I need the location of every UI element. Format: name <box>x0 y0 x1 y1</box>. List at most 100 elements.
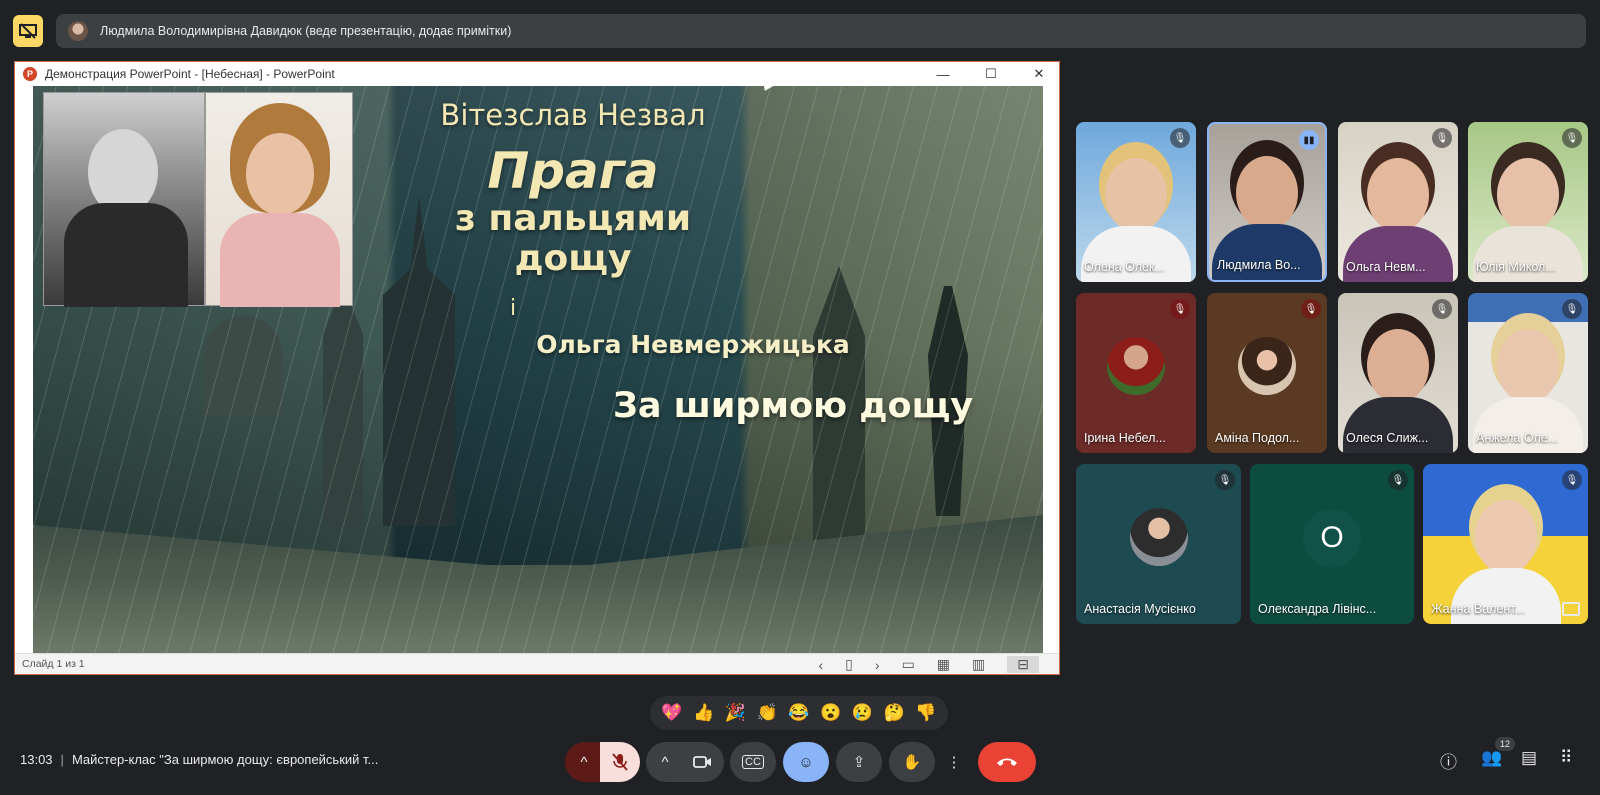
slide-canvas: Вітезслав Незвал Прага з пальцями дощу і… <box>33 86 1043 655</box>
slideshow-view-icon[interactable]: ⊟ <box>1007 656 1039 673</box>
powerpoint-statusbar: Слайд 1 из 1 ‹ ▯ › ▭ ▦ ▥ ⊟ <box>15 653 1059 674</box>
stop-presenting-icon[interactable] <box>13 15 43 47</box>
participant-tile[interactable]: 🎙 Анастасія Мусієнко <box>1076 464 1241 624</box>
reaction-clap[interactable]: 👏 <box>754 703 780 723</box>
reaction-party[interactable]: 🎉 <box>722 703 748 723</box>
participant-tile[interactable]: 🎙 Ірина Небел... <box>1076 293 1196 453</box>
participant-tile[interactable]: 🎙 Олеся Слиж... <box>1338 293 1458 453</box>
slide-author-1: Вітезслав Незвал <box>440 98 706 132</box>
reaction-thinking[interactable]: 🤔 <box>881 703 907 723</box>
slide-author-2: Ольга Невмержицька <box>536 330 850 359</box>
mic-off-button[interactable] <box>600 742 640 782</box>
participant-tile[interactable]: 🎙 Жанна Валент... <box>1423 464 1588 624</box>
powerpoint-window: P Демонстрация PowerPoint - [Небесная] -… <box>14 61 1060 675</box>
reaction-sad[interactable]: 😢 <box>849 703 875 723</box>
powerpoint-logo-icon: P <box>23 67 37 81</box>
mic-off-icon <box>612 753 628 771</box>
participant-avatar <box>1107 337 1165 396</box>
mic-off-icon: 🎙 <box>1432 299 1452 319</box>
maximize-icon[interactable]: ☐ <box>981 66 1001 82</box>
participant-avatar <box>1129 508 1188 567</box>
mic-off-icon: 🎙 <box>1562 128 1582 148</box>
reaction-surprised[interactable]: 😮 <box>818 703 844 723</box>
camera-icon <box>693 756 711 768</box>
emoji-icon: ☺ <box>798 753 814 771</box>
reactions-bar: 💖 👍 🎉 👏 😂 😮 😢 🤔 👎 <box>650 696 948 730</box>
participant-name: Олеся Слиж... <box>1346 431 1429 445</box>
mic-off-icon: 🎙 <box>1388 470 1408 490</box>
participant-name: Олександра Лівінс... <box>1258 602 1377 616</box>
participant-tile[interactable]: 🎙 Олена Олек... <box>1076 122 1196 282</box>
participant-name: Ірина Небел... <box>1084 431 1166 445</box>
more-options-button[interactable]: ⋮ <box>942 742 966 782</box>
presenter-avatar <box>68 21 88 41</box>
activities-icon[interactable]: ⠿ <box>1560 748 1572 768</box>
more-vert-icon: ⋮ <box>946 754 962 771</box>
next-slide-icon[interactable]: › <box>875 657 880 673</box>
reaction-thumbs-down[interactable]: 👎 <box>913 703 939 723</box>
participant-avatar <box>1238 337 1296 396</box>
slide-menu-icon[interactable]: ▯ <box>845 656 853 673</box>
meeting-info: 13:03 | Майстер-клас "За ширмою дощу: євро… <box>20 752 379 767</box>
captions-button[interactable]: CC <box>730 742 776 782</box>
presenter-banner: Людмила Володимирівна Давидюк (веде през… <box>56 14 1586 48</box>
participant-count-badge: 12 <box>1495 737 1515 751</box>
sorter-view-icon[interactable]: ▦ <box>937 656 950 673</box>
mic-off-icon: 🎙 <box>1562 299 1582 319</box>
slide-title-1: Прага <box>487 142 659 200</box>
meet-window: Людмила Володимирівна Давидюк (веде през… <box>0 0 1600 795</box>
present-button[interactable]: ⇪ <box>836 742 882 782</box>
slide-photo-nezval <box>43 92 205 307</box>
normal-view-icon[interactable]: ▭ <box>902 656 915 673</box>
participant-initial-avatar: О <box>1303 509 1361 568</box>
participant-name: Людмила Во... <box>1217 258 1301 272</box>
participant-tile[interactable]: 🎙 Аміна Подол... <box>1207 293 1327 453</box>
slide-title-3: дощу <box>514 238 632 279</box>
reactions-button[interactable]: ☺ <box>783 742 829 782</box>
hang-up-icon <box>997 758 1017 766</box>
reaction-thumbs-up[interactable]: 👍 <box>691 703 717 723</box>
people-icon[interactable]: 👥 <box>1481 748 1502 768</box>
participant-tile[interactable]: 🎙 Анжела Оле... <box>1468 293 1588 453</box>
slide-title-2: з пальцями <box>454 198 692 239</box>
mic-off-icon: 🎙 <box>1432 128 1452 148</box>
prev-slide-icon[interactable]: ‹ <box>819 657 824 673</box>
participant-name: Анжела Оле... <box>1476 431 1559 445</box>
participant-name: Жанна Валент... <box>1431 602 1526 616</box>
mic-off-icon: 🎙 <box>1170 128 1190 148</box>
meeting-time: 13:03 <box>20 752 53 767</box>
captions-icon: CC <box>742 755 764 769</box>
participant-tile[interactable]: 🎙 Ольга Невм... <box>1338 122 1458 282</box>
meeting-details-icon[interactable]: ⓘ <box>1440 748 1457 773</box>
participant-tile[interactable]: О 🎙 Олександра Лівінс... <box>1250 464 1414 624</box>
participant-name: Анастасія Мусієнко <box>1084 602 1196 616</box>
participant-name: Аміна Подол... <box>1215 431 1300 445</box>
participant-name: Ольга Невм... <box>1346 260 1426 274</box>
pip-icon[interactable] <box>1562 602 1580 616</box>
slide-title-4: За ширмою дощу <box>613 386 974 426</box>
leave-call-button[interactable] <box>978 742 1036 782</box>
participant-tile-speaking[interactable]: ▮▮ Людмила Во... <box>1207 122 1327 282</box>
minimize-icon[interactable]: — <box>933 67 953 82</box>
video-options-chevron-icon[interactable]: ^ <box>646 742 684 782</box>
audio-options-chevron-icon[interactable]: ^ <box>565 742 603 782</box>
chat-icon[interactable]: ▤ <box>1521 748 1537 768</box>
participant-tile[interactable]: 🎙 Юлія Микол... <box>1468 122 1588 282</box>
reaction-sparkling-heart[interactable]: 💖 <box>659 703 685 723</box>
slide-photo-nevmerzhytska <box>205 92 353 307</box>
mic-off-icon: 🎙 <box>1301 299 1321 319</box>
presenter-text: Людмила Володимирівна Давидюк (веде през… <box>100 24 512 38</box>
mic-off-icon: 🎙 <box>1215 470 1235 490</box>
mic-off-icon: 🎙 <box>1562 470 1582 490</box>
reading-view-icon[interactable]: ▥ <box>972 656 985 673</box>
participant-name: Олена Олек... <box>1084 260 1165 274</box>
hand-icon: ✋ <box>902 754 922 771</box>
reaction-laugh[interactable]: 😂 <box>786 703 812 723</box>
powerpoint-window-title: Демонстрация PowerPoint - [Небесная] - P… <box>45 67 335 81</box>
raise-hand-button[interactable]: ✋ <box>889 742 935 782</box>
close-icon[interactable]: ✕ <box>1029 66 1049 82</box>
powerpoint-titlebar: P Демонстрация PowerPoint - [Небесная] -… <box>15 62 1059 86</box>
meeting-title: Майстер-клас "За ширмою дощу: європейськ… <box>71 752 379 767</box>
camera-button[interactable] <box>682 742 724 782</box>
present-screen-icon: ⇪ <box>852 754 866 771</box>
